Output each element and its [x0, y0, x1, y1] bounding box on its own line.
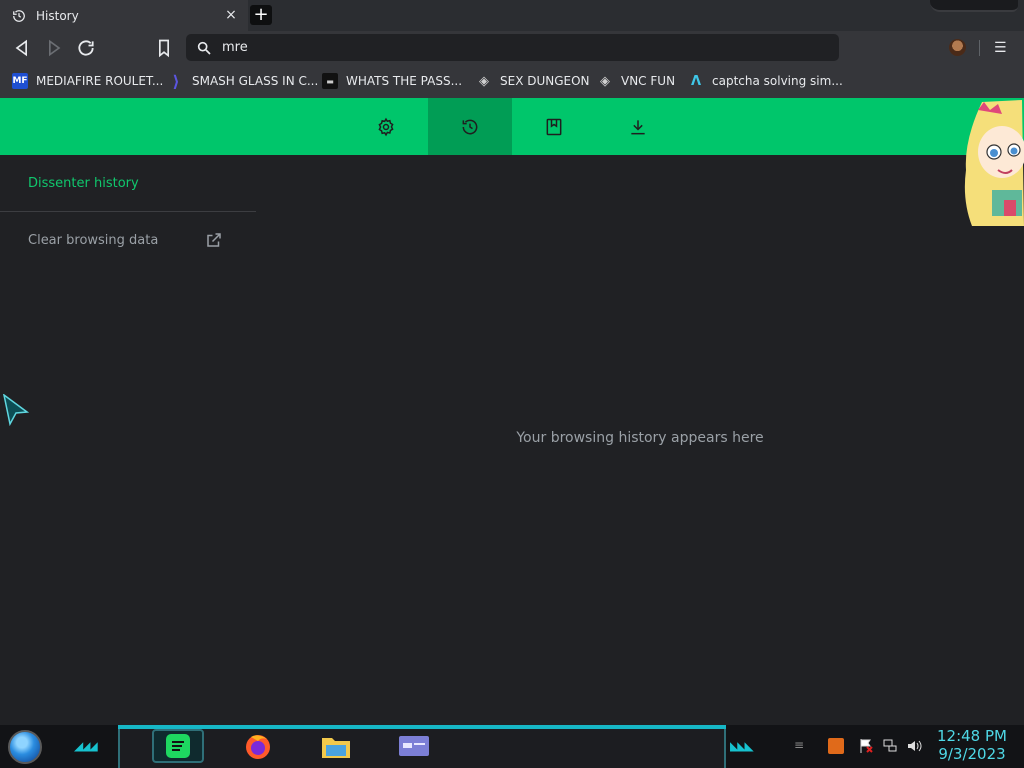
- bookmark-label: WHATS THE PASS...: [346, 74, 463, 88]
- captcha-favicon-icon: Λ: [690, 73, 702, 89]
- bookmark-item[interactable]: ⟩ SMASH GLASS IN C...: [168, 71, 319, 91]
- bookmark-label: SMASH GLASS IN C...: [192, 74, 319, 88]
- empty-history-message: Your browsing history appears here: [516, 430, 764, 446]
- tab-history[interactable]: [428, 98, 512, 155]
- taskbar-decor-chevrons-icon: ◣◣◣: [730, 739, 754, 753]
- firefox-taskbar-button[interactable]: [232, 729, 284, 763]
- toolbar-divider: [979, 40, 980, 56]
- spotify-taskbar-button[interactable]: [152, 729, 204, 763]
- settings-gear-icon: [378, 117, 394, 136]
- window-app-icon: [399, 736, 429, 756]
- tab-strip: History × +: [0, 0, 1024, 31]
- file-explorer-taskbar-button[interactable]: [310, 729, 362, 763]
- tab-title: History: [36, 8, 79, 23]
- taskbar: ◢◢◢ ◣◣◣ ≡ 12:48 PM 9/3/2023: [0, 725, 1024, 768]
- bookmark-item[interactable]: MF MEDIAFIRE ROULET...: [12, 72, 163, 90]
- vnc-favicon-icon: ◈: [600, 73, 610, 89]
- bookmark-item[interactable]: ◈ SEX DUNGEON: [476, 72, 590, 90]
- bookmark-label: SEX DUNGEON: [500, 74, 590, 88]
- search-icon: [197, 41, 211, 55]
- bookmark-item[interactable]: Λ captcha solving sim...: [688, 72, 843, 90]
- bookmark-label: VNC FUN: [621, 74, 676, 88]
- show-hidden-icons-icon[interactable]: ≡: [794, 738, 810, 754]
- history-sidebar: Dissenter history Clear browsing data: [0, 155, 256, 725]
- start-orb-button[interactable]: [8, 730, 42, 764]
- chevron-favicon-icon: ⟩: [172, 71, 180, 91]
- mediafire-favicon-icon: MF: [12, 73, 28, 89]
- tab-close-icon[interactable]: ×: [224, 8, 238, 22]
- history-icon: [462, 119, 478, 134]
- spotify-icon: [166, 734, 190, 758]
- menu-icon[interactable]: ☰: [994, 40, 1008, 56]
- clock-date: 9/3/2023: [938, 745, 1006, 763]
- clear-browsing-data-link[interactable]: Clear browsing data: [28, 233, 158, 248]
- address-bar[interactable]: mre: [186, 34, 839, 61]
- external-link-icon[interactable]: [205, 231, 223, 249]
- tab-downloads[interactable]: [596, 98, 680, 155]
- tab-bookmarks[interactable]: [512, 98, 596, 155]
- tab-settings[interactable]: [344, 98, 428, 155]
- bookmark-item[interactable]: ▬ WHATS THE PASS...: [322, 72, 462, 90]
- sidebar-divider: [0, 211, 256, 212]
- tray-app-icon[interactable]: [828, 738, 844, 754]
- dissenter-header: [0, 98, 1024, 155]
- network-icon[interactable]: [882, 738, 898, 754]
- back-icon[interactable]: [12, 38, 32, 58]
- forward-icon[interactable]: [44, 38, 64, 58]
- bookmarks-bar: MF MEDIAFIRE ROULET... ⟩ SMASH GLASS IN …: [0, 65, 1024, 98]
- download-icon: [631, 119, 645, 134]
- sidebar-title[interactable]: Dissenter history: [28, 176, 139, 191]
- volume-icon[interactable]: [906, 738, 922, 754]
- action-center-flag-icon[interactable]: [858, 738, 874, 754]
- mascot-character-image: [964, 100, 1024, 226]
- system-clock[interactable]: 12:48 PM 9/3/2023: [930, 727, 1014, 763]
- window-controls[interactable]: [930, 0, 1018, 12]
- bookmark-label: captcha solving sim...: [712, 74, 843, 88]
- bookmarks-icon: [546, 118, 562, 135]
- pass-favicon-icon: ▬: [322, 73, 338, 89]
- history-icon: [13, 9, 25, 22]
- clock-time: 12:48 PM: [937, 727, 1007, 745]
- address-input[interactable]: mre: [222, 40, 248, 55]
- mouse-cursor-icon: [3, 394, 29, 426]
- navigation-bar: mre ☰: [0, 31, 1024, 65]
- tab-history[interactable]: History ×: [0, 0, 248, 31]
- file-explorer-icon: [322, 738, 350, 758]
- window-app-taskbar-button[interactable]: [388, 729, 440, 763]
- profile-avatar[interactable]: [949, 39, 966, 56]
- bookmark-item[interactable]: ◈ VNC FUN: [597, 72, 675, 90]
- dungeon-favicon-icon: ◈: [479, 73, 489, 89]
- new-tab-button[interactable]: +: [250, 5, 272, 25]
- bookmark-label: MEDIAFIRE ROULET...: [36, 74, 164, 88]
- firefox-icon: [246, 735, 270, 759]
- taskbar-decor-chevrons-icon: ◢◢◢: [74, 739, 98, 753]
- reload-icon[interactable]: [76, 38, 96, 58]
- bookmark-icon[interactable]: [154, 38, 174, 58]
